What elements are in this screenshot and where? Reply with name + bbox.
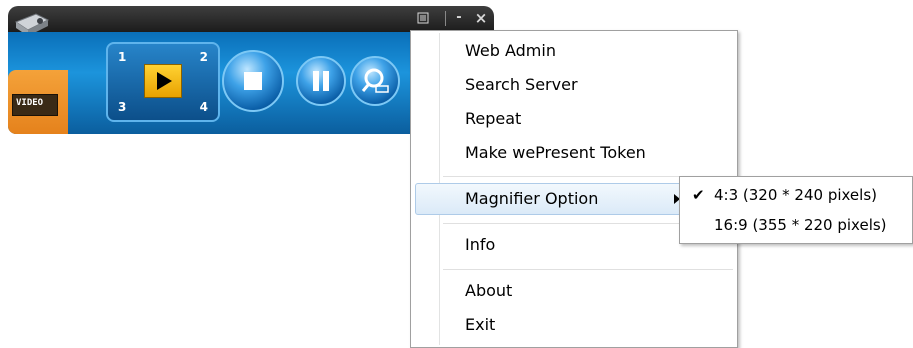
menu-item-label: Search Server: [465, 75, 578, 94]
close-button[interactable]: ×: [474, 9, 488, 27]
menu-item-label: Magnifier Option: [465, 189, 599, 208]
magnifier-submenu: ✔ 4:3 (320 * 240 pixels) 16:9 (355 * 220…: [679, 176, 913, 244]
submenu-item-16-9[interactable]: 16:9 (355 * 220 pixels): [680, 211, 912, 239]
menu-item-web-admin[interactable]: Web Admin: [413, 35, 733, 67]
play-icon: [157, 72, 172, 90]
menu-item-label: Repeat: [465, 109, 522, 128]
menu-item-exit[interactable]: Exit: [413, 309, 733, 341]
menu-separator: [443, 269, 733, 270]
pause-icon: [313, 71, 329, 91]
video-badge-label: VIDEO: [16, 98, 44, 108]
submenu-item-label: 16:9 (355 * 220 pixels): [714, 216, 887, 234]
title-separator: [445, 11, 446, 26]
checkmark-icon: ✔: [692, 186, 705, 204]
magnifier-icon: [361, 68, 389, 93]
play-button[interactable]: [144, 64, 182, 98]
menu-item-label: About: [465, 281, 513, 300]
menu-item-label: Web Admin: [465, 41, 556, 60]
film-strip-icon: VIDEO: [12, 94, 58, 116]
quadrant-3-label[interactable]: 3: [118, 100, 126, 114]
list-icon[interactable]: [416, 9, 430, 30]
quadrant-4-label[interactable]: 4: [200, 100, 208, 114]
split-screen-selector[interactable]: 1 2 3 4: [106, 42, 220, 122]
menu-item-repeat[interactable]: Repeat: [413, 103, 733, 135]
menu-item-label: Exit: [465, 315, 496, 334]
minimize-button[interactable]: -: [452, 9, 466, 27]
menu-item-about[interactable]: About: [413, 275, 733, 307]
player-title-bar[interactable]: - ×: [8, 6, 494, 36]
stop-button[interactable]: [222, 50, 284, 112]
menu-item-make-token[interactable]: Make wePresent Token: [413, 137, 733, 169]
stop-icon: [244, 72, 262, 90]
menu-item-search-server[interactable]: Search Server: [413, 69, 733, 101]
magnifier-button[interactable]: [350, 56, 400, 106]
pause-button[interactable]: [296, 56, 346, 106]
submenu-item-4-3[interactable]: ✔ 4:3 (320 * 240 pixels): [680, 181, 912, 209]
menu-item-label: Make wePresent Token: [465, 143, 646, 162]
quadrant-2-label[interactable]: 2: [200, 50, 208, 64]
menu-item-label: Info: [465, 235, 496, 254]
quadrant-1-label[interactable]: 1: [118, 50, 126, 64]
submenu-item-label: 4:3 (320 * 240 pixels): [714, 186, 877, 204]
